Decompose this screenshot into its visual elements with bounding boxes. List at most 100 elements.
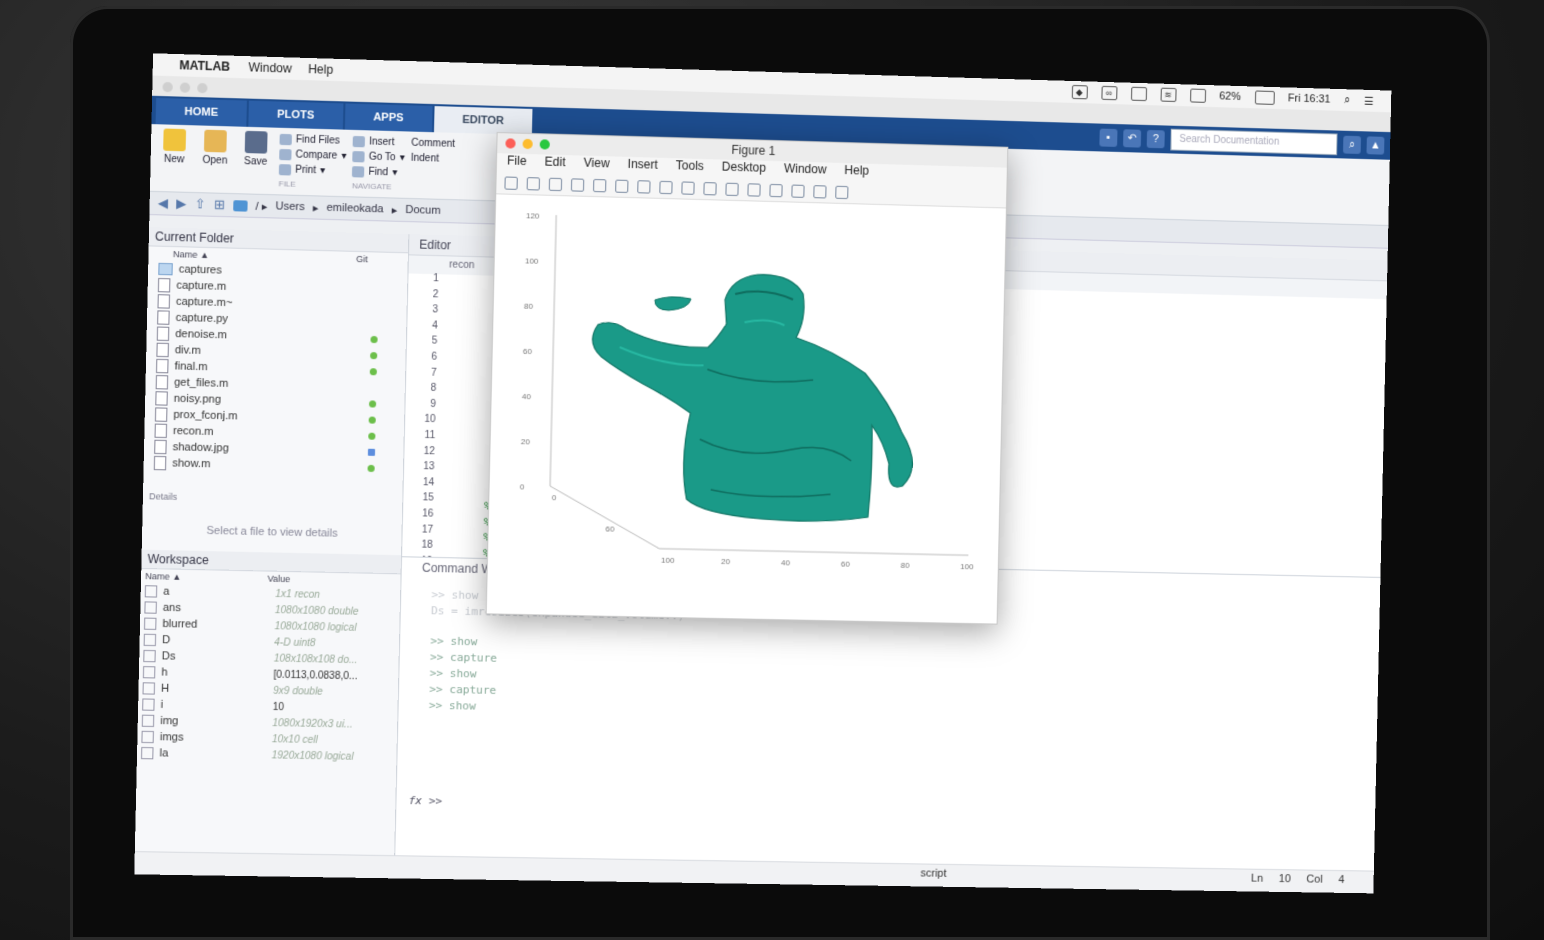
go-to-button[interactable]: Go To ▾ xyxy=(352,151,405,164)
fig-menu-help[interactable]: Help xyxy=(844,163,869,182)
tab-editor[interactable]: EDITOR xyxy=(433,106,533,136)
find-files-button[interactable]: Find Files xyxy=(279,133,346,147)
battery-icon[interactable] xyxy=(1254,90,1275,105)
pan-icon[interactable] xyxy=(659,180,673,194)
print-figure-icon[interactable] xyxy=(570,177,585,192)
save-icon xyxy=(244,130,268,154)
new-label: New xyxy=(163,153,185,166)
help-icon[interactable]: ? xyxy=(1146,129,1165,149)
file-name: capture.m xyxy=(176,279,227,293)
3d-plot-axes[interactable]: 120 100 80 60 40 20 0 100 20 40 60 80 100 0 60 xyxy=(487,193,1006,623)
variable-icon xyxy=(141,746,154,760)
tab-apps[interactable]: APPS xyxy=(344,103,433,133)
wifi-icon[interactable]: ≋ xyxy=(1160,87,1177,102)
up-folder-icon[interactable]: ⇧ xyxy=(194,196,205,212)
fig-menu-edit[interactable]: Edit xyxy=(544,155,566,174)
save-figure-icon[interactable] xyxy=(548,177,563,191)
ws-col-value[interactable]: Value xyxy=(267,574,290,585)
brush-icon[interactable] xyxy=(725,182,739,196)
dropbox-icon[interactable]: ◆ xyxy=(1071,84,1088,100)
git-status-icon xyxy=(372,287,379,294)
quick-access-save-icon[interactable]: ▪ xyxy=(1099,128,1118,147)
search-icon[interactable]: ⌕ xyxy=(1343,135,1362,154)
ws-col-name[interactable]: Name ▲ xyxy=(145,571,268,584)
display-icon[interactable] xyxy=(1130,86,1147,102)
col-git-header[interactable]: Git xyxy=(356,254,368,264)
zoom-in-icon[interactable] xyxy=(615,179,629,193)
indent-button[interactable]: Indent xyxy=(411,153,455,165)
battery-percent[interactable]: 62% xyxy=(1219,90,1241,103)
back-icon[interactable]: ◀ xyxy=(158,195,169,211)
save-button[interactable]: Save xyxy=(238,130,274,190)
spotlight-icon[interactable]: ⌕ xyxy=(1344,94,1350,107)
fig-menu-tools[interactable]: Tools xyxy=(676,158,704,177)
variable-value: 4-D uint8 xyxy=(274,636,316,649)
variable-name: la xyxy=(159,747,169,760)
git-status-icon xyxy=(369,367,377,375)
file-icon xyxy=(157,278,171,293)
details-label[interactable]: Details xyxy=(143,471,403,511)
forward-icon[interactable]: ▶ xyxy=(176,196,187,212)
line-numbers: 1234567891011121314151617181920 xyxy=(401,272,479,587)
navigate-section-label: NAVIGATE xyxy=(351,181,392,192)
new-button[interactable]: New xyxy=(156,128,192,188)
open-button[interactable]: Open xyxy=(197,129,233,189)
figure-close-button[interactable] xyxy=(505,138,516,149)
breadcrumb-documents[interactable]: Docum xyxy=(405,204,441,217)
insert-button[interactable]: Insert xyxy=(352,135,405,149)
flag-icon[interactable] xyxy=(1189,88,1206,103)
open-file-icon[interactable] xyxy=(526,176,541,191)
variable-value: 1080x1920x3 ui... xyxy=(272,717,353,731)
breadcrumb-users[interactable]: Users xyxy=(275,200,304,213)
apple-icon[interactable] xyxy=(153,64,180,65)
menu-window[interactable]: Window xyxy=(248,60,292,75)
git-status-icon xyxy=(368,399,377,408)
legend-icon[interactable] xyxy=(791,184,805,198)
command-prompt[interactable]: fx >> xyxy=(408,794,442,808)
rotate-3d-icon[interactable] xyxy=(681,180,695,195)
edit-plot-icon[interactable] xyxy=(593,178,607,192)
comment-button[interactable]: Comment xyxy=(411,138,455,150)
compare-button[interactable]: Compare ▾ xyxy=(279,148,347,162)
line-number: 11 xyxy=(424,429,436,442)
minimize-button[interactable] xyxy=(179,82,191,93)
fig-menu-file[interactable]: File xyxy=(507,153,527,172)
close-button[interactable] xyxy=(162,81,173,93)
find-button[interactable]: Find ▾ xyxy=(352,166,404,179)
data-cursor-icon[interactable] xyxy=(703,181,717,195)
collapse-toolstrip-icon[interactable]: ▲ xyxy=(1366,136,1385,155)
notification-center-icon[interactable]: ☰ xyxy=(1364,94,1374,107)
figure-minimize-button[interactable] xyxy=(522,138,533,150)
browse-folder-icon[interactable]: ⊞ xyxy=(214,197,225,213)
folder-open-icon xyxy=(203,129,227,153)
breadcrumb-user[interactable]: emileokada xyxy=(326,202,383,216)
fig-menu-window[interactable]: Window xyxy=(784,161,827,180)
fig-menu-desktop[interactable]: Desktop xyxy=(722,160,766,179)
tab-home[interactable]: HOME xyxy=(155,97,247,127)
show-plot-tools-icon[interactable] xyxy=(835,185,849,199)
clock[interactable]: Fri 16:31 xyxy=(1288,92,1331,105)
menu-app-name[interactable]: MATLAB xyxy=(179,58,230,74)
laptop-screen: MATLAB Window Help ◆ ∞ ≋ 62% Fri 16:31 ⌕… xyxy=(134,53,1392,894)
zoom-button[interactable] xyxy=(197,82,208,94)
zoom-out-icon[interactable] xyxy=(637,179,651,194)
new-figure-icon[interactable] xyxy=(504,175,518,190)
print-button[interactable]: Print ▾ xyxy=(278,164,346,177)
quick-access-undo-icon[interactable]: ↶ xyxy=(1123,129,1142,148)
figure-title: Figure 1 xyxy=(731,142,776,159)
fig-menu-view[interactable]: View xyxy=(583,156,610,175)
hide-plot-tools-icon[interactable] xyxy=(813,184,827,198)
workspace-row[interactable]: la 1920x1080 logical xyxy=(137,745,397,766)
fig-menu-insert[interactable]: Insert xyxy=(627,157,658,176)
x-tick-label: 80 xyxy=(901,561,911,570)
variable-icon xyxy=(142,698,155,711)
find-icon xyxy=(352,166,365,178)
file-icon xyxy=(155,391,168,406)
menu-help[interactable]: Help xyxy=(308,62,333,77)
colorbar-icon[interactable] xyxy=(769,183,783,197)
tab-plots[interactable]: PLOTS xyxy=(248,100,344,130)
search-documentation-input[interactable]: Search Documentation xyxy=(1170,128,1338,156)
link-plot-icon[interactable] xyxy=(747,182,761,197)
figure-zoom-button[interactable] xyxy=(539,139,550,150)
glasses-icon[interactable]: ∞ xyxy=(1100,85,1117,101)
